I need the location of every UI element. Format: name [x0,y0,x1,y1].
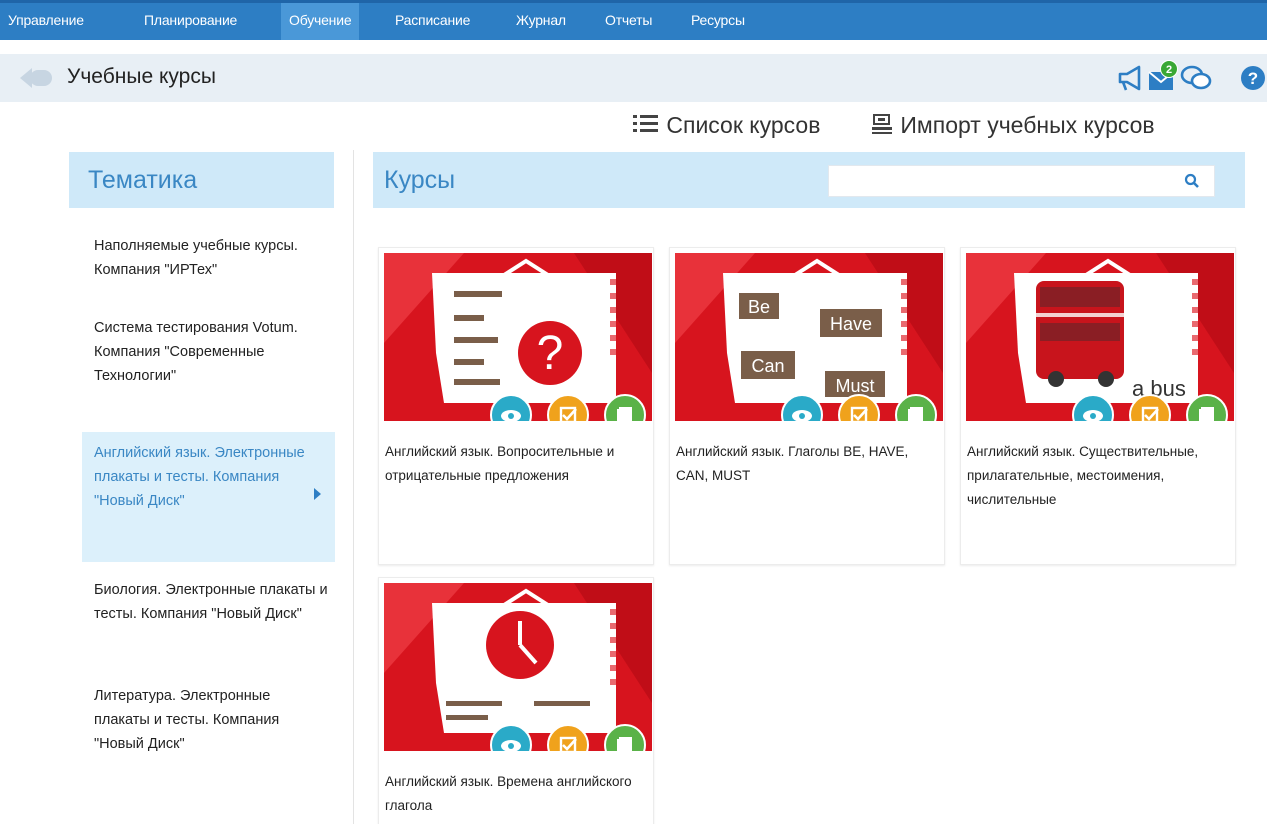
nav-item-planning[interactable]: Планирование [136,3,245,40]
edit-icon[interactable] [547,724,589,751]
word-have: Have [830,314,872,334]
edit-icon[interactable] [1129,394,1171,421]
eye-icon[interactable] [490,394,532,421]
nav-item-journal[interactable]: Журнал [508,3,574,40]
word-be: Be [748,297,770,317]
copy-icon[interactable] [604,394,646,421]
course-thumbnail[interactable]: Be Have Can Must [675,253,943,421]
sidebar-item-biology[interactable]: Биология. Электронные плакаты и тесты. К… [82,578,335,626]
main-title: Курсы [384,166,456,194]
svg-text:?: ? [537,327,564,380]
sidebar-title: Тематика [88,166,198,194]
nav-item-learning[interactable]: Обучение [281,3,360,40]
title-bar: Учебные курсы [0,54,1267,102]
nav-item-resources[interactable]: Ресурсы [683,3,753,40]
megaphone-icon[interactable] [1117,64,1147,92]
course-card[interactable]: Be Have Can Must Английский язык. Глагол… [669,247,945,565]
edit-icon[interactable] [838,394,880,421]
card-actions [966,394,1234,421]
search-input[interactable] [835,166,1175,194]
sidebar-item-irtech[interactable]: Наполняемые учебные курсы. Компания "ИРТ… [82,234,335,282]
nav-item-management[interactable]: Управление [0,3,92,40]
course-title[interactable]: Английский язык. Вопросительные и отрица… [385,440,649,488]
copy-icon[interactable] [604,724,646,751]
course-thumbnail[interactable] [384,583,652,751]
course-card[interactable]: Английский язык. Времена английского гла… [378,577,654,824]
eye-icon[interactable] [781,394,823,421]
edit-icon[interactable] [547,394,589,421]
course-list-label: Список курсов [666,112,821,138]
course-thumbnail[interactable]: a bus [966,253,1234,421]
course-card[interactable]: a bus Английский язык. Существительные, … [960,247,1236,565]
eye-icon[interactable] [490,724,532,751]
import-icon [872,114,892,134]
back-icon[interactable] [18,66,54,90]
sidebar-item-votum[interactable]: Система тестирования Votum. Компания "Со… [82,316,335,388]
sidebar-item-english[interactable]: Английский язык. Электронные плакаты и т… [82,432,335,562]
page-title: Учебные курсы [67,65,216,88]
copy-icon[interactable] [1186,394,1228,421]
course-card[interactable]: ? Английский язык. Вопросительные и отри… [378,247,654,565]
import-courses-link[interactable]: Импорт учебных курсов [870,112,1155,139]
course-thumbnail[interactable]: ? [384,253,652,421]
card-actions [384,394,652,421]
nav-item-reports[interactable]: Отчеты [597,3,660,40]
import-courses-label: Импорт учебных курсов [900,112,1155,138]
course-title[interactable]: Английский язык. Времена английского гла… [385,770,649,818]
word-must: Must [835,376,874,396]
search-field[interactable] [828,165,1215,197]
svg-text:?: ? [1248,69,1258,88]
word-can: Can [751,356,784,376]
main-header: Курсы [373,152,1245,208]
help-icon[interactable]: ? [1240,64,1266,92]
nav-item-schedule[interactable]: Расписание [387,3,478,40]
divider [353,150,354,824]
sidebar-item-literature[interactable]: Литература. Электронные плакаты и тесты.… [82,684,335,756]
eye-icon[interactable] [1072,394,1114,421]
chat-icon[interactable] [1180,64,1212,92]
sidebar-header: Тематика [69,152,334,208]
copy-icon[interactable] [895,394,937,421]
list-icon [633,115,658,132]
notification-badge: 2 [1160,60,1178,78]
course-title[interactable]: Английский язык. Существительные, прилаг… [967,440,1231,512]
course-list-link[interactable]: Список курсов [632,112,820,139]
card-actions [384,724,652,751]
chevron-right-icon [314,488,321,500]
top-nav: Управление Планирование Обучение Расписа… [0,0,1267,40]
search-icon[interactable] [1184,173,1200,189]
course-title[interactable]: Английский язык. Глаголы BE, HAVE, CAN, … [676,440,940,488]
card-actions [675,394,943,421]
